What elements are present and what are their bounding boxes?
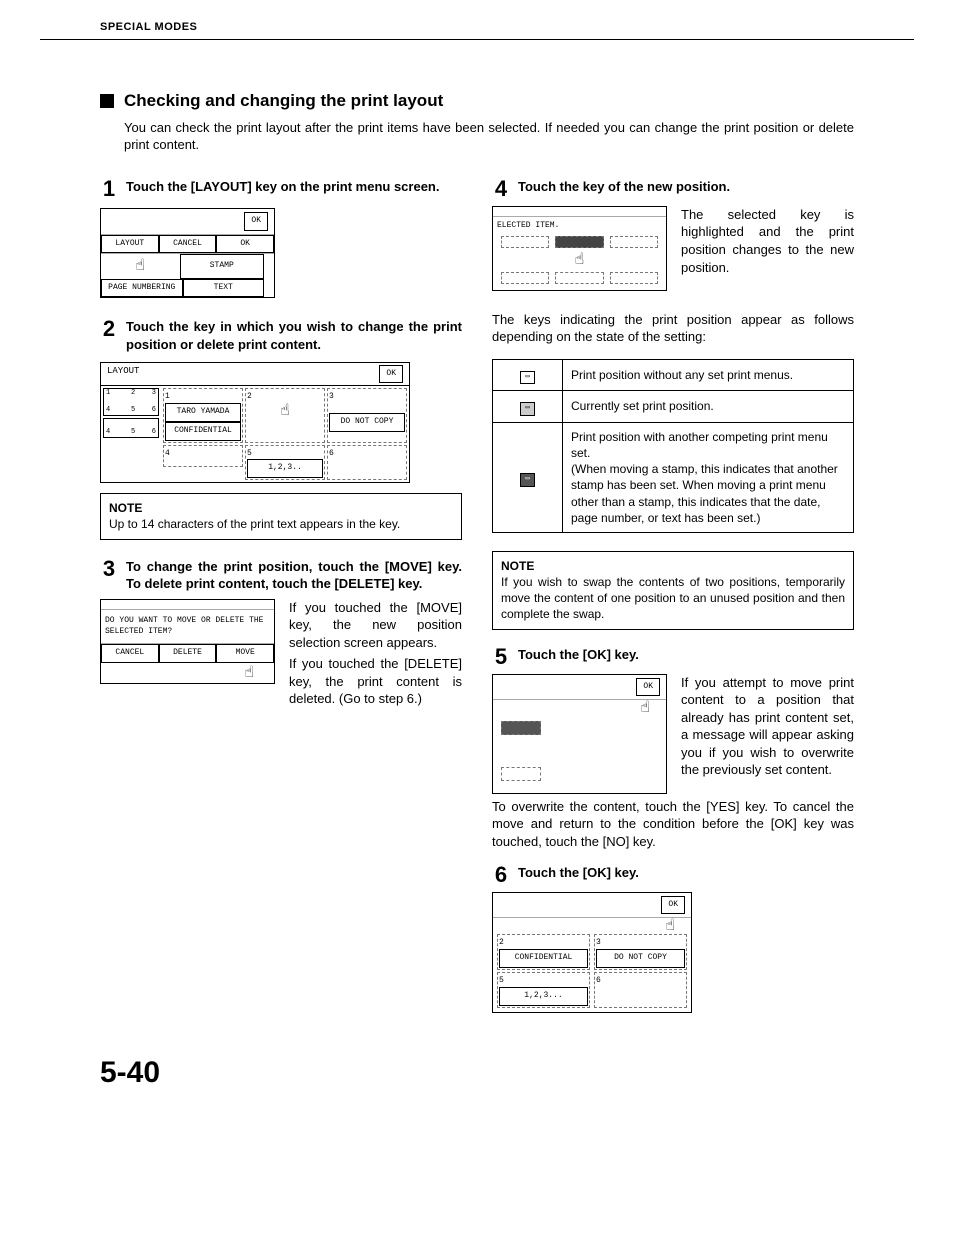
table-row: ▭ Print position with another competing … [493, 422, 854, 532]
step-number: 3 [100, 558, 118, 593]
print-position-table: ▭ Print position without any set print m… [492, 359, 854, 533]
hand-pointer-icon: ☝ [640, 699, 650, 717]
step-text: Touch the [OK] key. [518, 646, 854, 668]
cell-confidential: CONFIDENTIAL [499, 949, 588, 968]
note-text: Up to 14 characters of the print text ap… [109, 516, 453, 532]
intro-paragraph: You can check the print layout after the… [124, 119, 854, 154]
step5-desc: If you attempt to move print content to … [681, 674, 854, 779]
note-label: NOTE [501, 559, 534, 573]
page-header: SPECIAL MODES [40, 20, 914, 40]
step3-desc-a: If you touched the [MOVE] key, the new p… [289, 599, 462, 652]
figure-step4: ELECTED ITEM. ☝ [492, 206, 667, 291]
page-number: 5-40 [40, 1053, 914, 1094]
step-text: Touch the key in which you wish to chang… [126, 318, 462, 353]
page-title-row: Checking and changing the print layout [100, 90, 854, 113]
layout-label: LAYOUT [107, 365, 139, 384]
text-button: TEXT [183, 279, 265, 298]
figure-step5: OK ☝ [492, 674, 667, 794]
cell-taro: TARO YAMADA [165, 403, 241, 422]
step-text: Touch the [LAYOUT] key on the print menu… [126, 178, 462, 200]
step4-para-b: The keys indicating the print position a… [492, 311, 854, 346]
cancel-button: CANCEL [159, 235, 217, 254]
figure-step6: OK ☝ 2CONFIDENTIAL 3DO NOT COPY 51,2,3..… [492, 892, 692, 1013]
figure-step2: LAYOUT OK 1 2 3 4 5 6 4 [100, 362, 410, 484]
table-row: ▭ Currently set print position. [493, 391, 854, 422]
step5-para-b: To overwrite the content, touch the [YES… [492, 798, 854, 851]
hand-pointer-icon: ☝ [244, 664, 254, 682]
step-text: To change the print position, touch the … [126, 558, 462, 593]
delete-button: DELETE [159, 644, 217, 663]
step-text: Touch the [OK] key. [518, 864, 854, 886]
cell-desc: Print position with another competing pr… [563, 422, 854, 532]
step-3: 3 To change the print position, touch th… [100, 558, 462, 593]
step3-desc-b: If you touched the [DELETE] key, the pri… [289, 655, 462, 708]
ok-button: OK [379, 365, 403, 384]
page-title: Checking and changing the print layout [124, 90, 443, 113]
step-number: 5 [492, 646, 510, 668]
step4-desc: The selected key is highlighted and the … [681, 206, 854, 276]
step-6: 6 Touch the [OK] key. [492, 864, 854, 886]
ok-button: OK [244, 212, 268, 231]
table-row: ▭ Print position without any set print m… [493, 359, 854, 390]
note-1: NOTE Up to 14 characters of the print te… [100, 493, 462, 539]
cell-desc: Print position without any set print men… [563, 359, 854, 390]
ok-button: OK [636, 678, 660, 697]
cell-do-not-copy: DO NOT COPY [596, 949, 685, 968]
stamp-button: STAMP [180, 254, 265, 278]
step-1: 1 Touch the [LAYOUT] key on the print me… [100, 178, 462, 200]
hand-pointer-icon: ☝ [280, 402, 290, 420]
hand-pointer-icon: ☝ [575, 251, 585, 269]
cell-confidential: CONFIDENTIAL [165, 422, 241, 441]
cell-numbers: 1,2,3... [499, 987, 588, 1006]
figure-step1: OK LAYOUT CANCEL OK ☝ STAMP PAGE NUMBERI… [100, 208, 275, 299]
note-2: NOTE If you wish to swap the contents of… [492, 551, 854, 630]
step-2: 2 Touch the key in which you wish to cha… [100, 318, 462, 353]
note-label: NOTE [109, 501, 142, 515]
step-number: 1 [100, 178, 118, 200]
ok-button: OK [216, 235, 274, 254]
step-number: 4 [492, 178, 510, 200]
hand-pointer-icon: ☝ [135, 257, 145, 275]
hand-pointer-icon: ☝ [665, 917, 675, 935]
cell-do-not-copy: DO NOT COPY [329, 413, 405, 432]
key-icon-competing: ▭ [520, 473, 534, 486]
move-button: MOVE [216, 644, 274, 663]
step-text: Touch the key of the new position. [518, 178, 854, 200]
step-4: 4 Touch the key of the new position. [492, 178, 854, 200]
cell-desc: Currently set print position. [563, 391, 854, 422]
key-icon-empty: ▭ [520, 371, 534, 384]
page-numbering-button: PAGE NUMBERING [101, 279, 183, 298]
cancel-button: CANCEL [101, 644, 159, 663]
key-icon-current: ▭ [520, 402, 534, 415]
note-text: If you wish to swap the contents of two … [501, 574, 845, 623]
ok-button: OK [661, 896, 685, 915]
figure-step3: DO YOU WANT TO MOVE OR DELETE THE SELECT… [100, 599, 275, 685]
step-number: 6 [492, 864, 510, 886]
step-5: 5 Touch the [OK] key. [492, 646, 854, 668]
cell-numbers: 1,2,3.. [247, 459, 323, 478]
layout-button: LAYOUT [101, 235, 159, 254]
elected-item-label: ELECTED ITEM. [493, 217, 666, 234]
square-bullet-icon [100, 94, 114, 108]
prompt-text: DO YOU WANT TO MOVE OR DELETE THE SELECT… [101, 610, 274, 644]
step-number: 2 [100, 318, 118, 353]
section-name: SPECIAL MODES [40, 20, 914, 35]
